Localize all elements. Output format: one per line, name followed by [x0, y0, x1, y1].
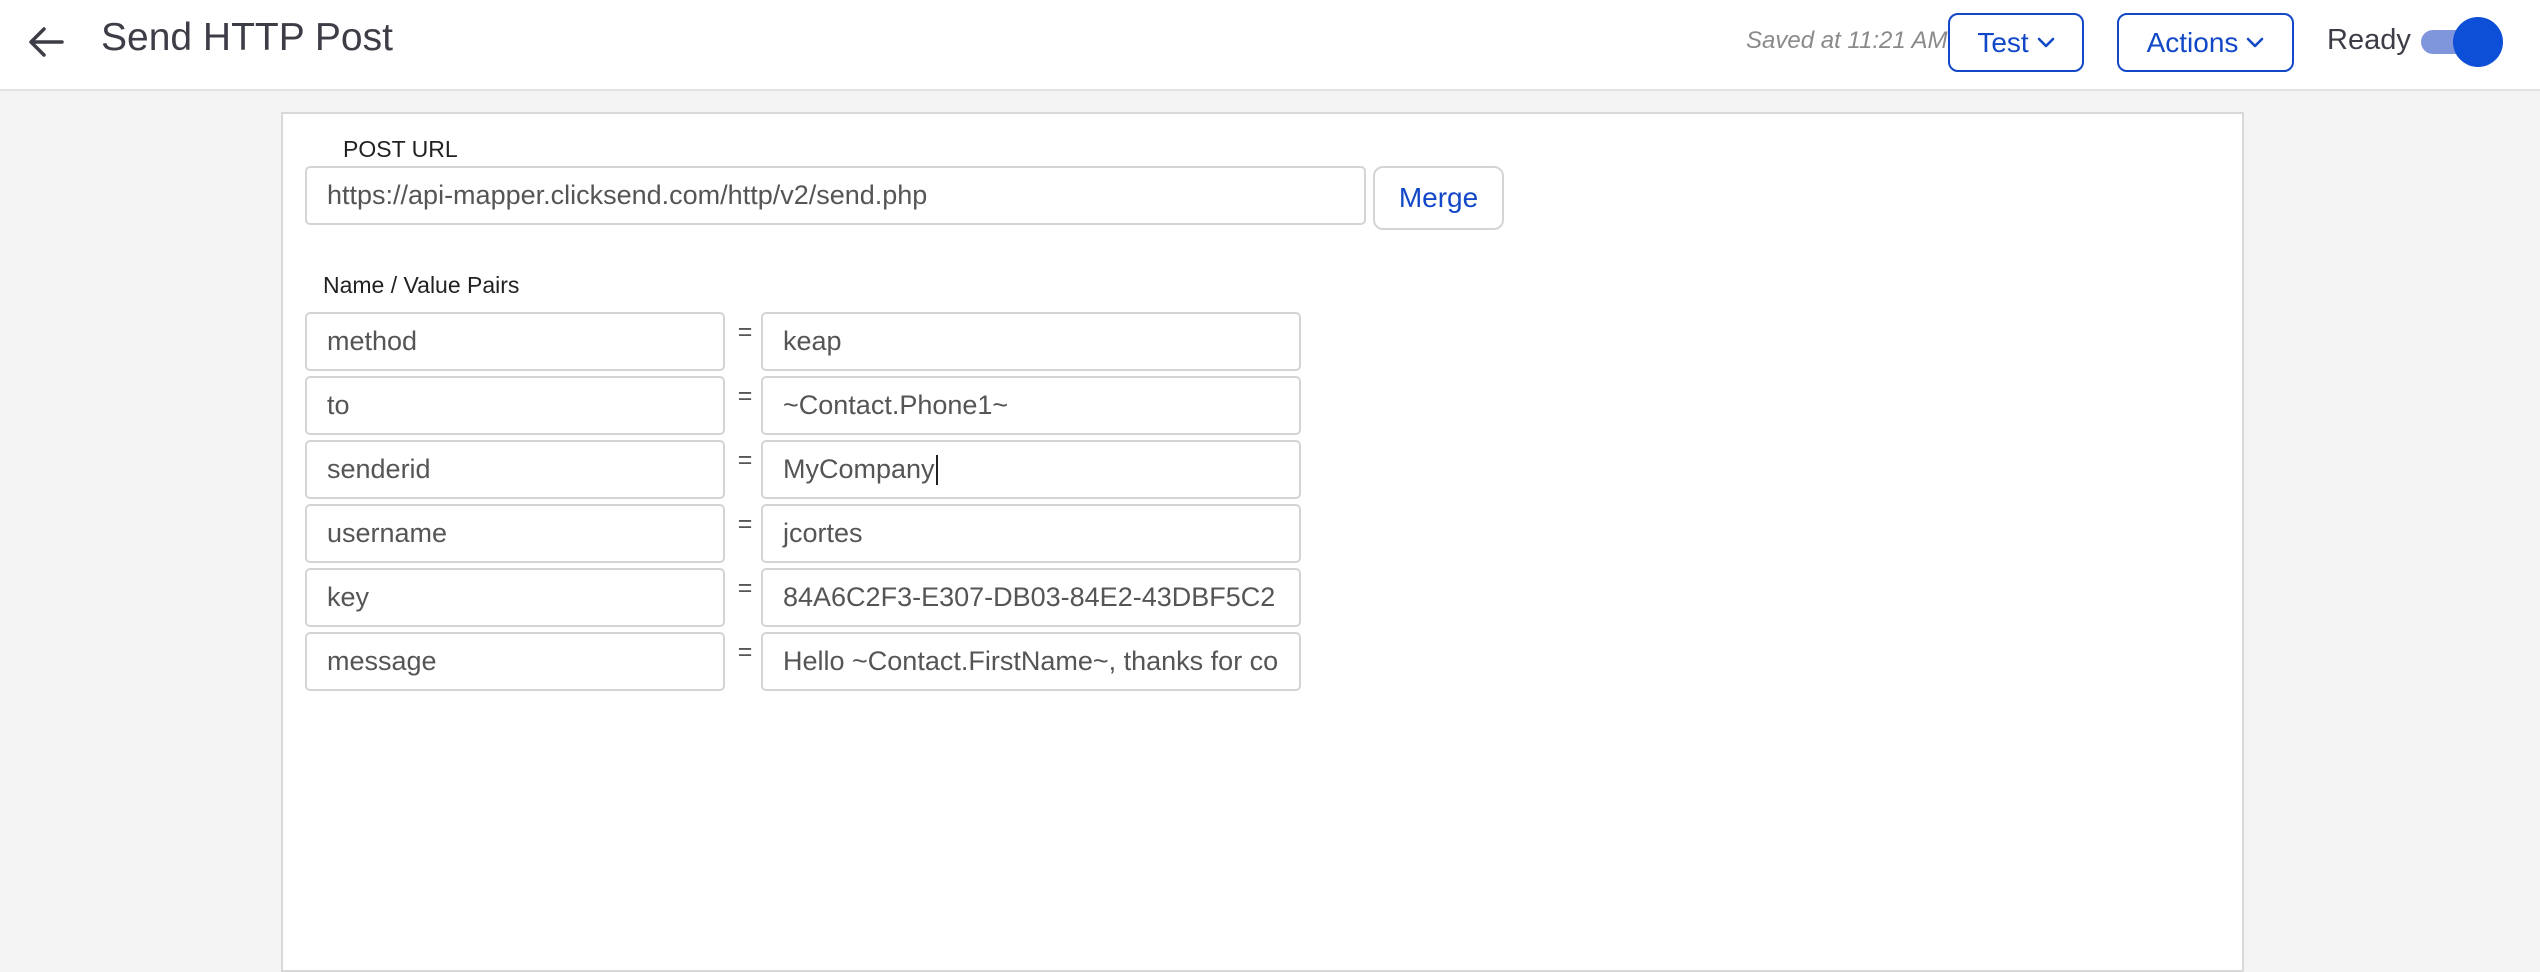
pair-value-input[interactable]: Hello ~Contact.FirstName~, thanks for co: [761, 632, 1301, 691]
pair-name-input[interactable]: method: [305, 312, 725, 371]
text-caret: [935, 454, 938, 485]
equals-sign: =: [737, 382, 753, 410]
pair-value-input[interactable]: jcortes: [761, 504, 1301, 563]
pair-name-input[interactable]: message: [305, 632, 725, 691]
pair-value-input[interactable]: 84A6C2F3-E307-DB03-84E2-43DBF5C2: [761, 568, 1301, 627]
test-button-label: Test: [1977, 26, 2029, 58]
equals-sign: =: [737, 638, 753, 666]
equals-sign: =: [737, 318, 753, 346]
pair-value-text: MyCompany: [783, 454, 935, 484]
pair-name-input[interactable]: username: [305, 504, 725, 563]
equals-sign: =: [737, 574, 753, 602]
actions-button[interactable]: Actions: [2117, 13, 2294, 72]
page-title: Send HTTP Post: [101, 16, 393, 59]
test-button[interactable]: Test: [1948, 13, 2084, 72]
pair-value-input[interactable]: ~Contact.Phone1~: [761, 376, 1301, 435]
saved-status: Saved at 11:21 AM: [1746, 27, 1948, 54]
ready-label: Ready: [2327, 24, 2411, 56]
equals-sign: =: [737, 510, 753, 538]
chevron-down-icon: [2037, 37, 2054, 47]
pair-value-input-focused[interactable]: MyCompany: [761, 440, 1301, 499]
chevron-down-icon: [2247, 37, 2264, 47]
pair-name-input[interactable]: key: [305, 568, 725, 627]
equals-sign: =: [737, 446, 753, 474]
ready-toggle[interactable]: [2419, 17, 2505, 67]
pair-name-input[interactable]: senderid: [305, 440, 725, 499]
merge-button[interactable]: Merge: [1373, 166, 1504, 230]
pair-value-input[interactable]: keap: [761, 312, 1301, 371]
post-url-input[interactable]: https://api-mapper.clicksend.com/http/v2…: [305, 166, 1366, 225]
top-bar: Send HTTP Post Saved at 11:21 AM Test Ac…: [0, 0, 2540, 91]
actions-button-label: Actions: [2146, 26, 2239, 58]
post-url-label: POST URL: [343, 136, 458, 162]
http-post-panel: POST URL https://api-mapper.clicksend.co…: [281, 112, 2244, 972]
arrow-left-icon: [29, 27, 64, 57]
back-button[interactable]: [22, 22, 70, 62]
name-value-pairs-label: Name / Value Pairs: [323, 272, 520, 298]
toggle-knob: [2453, 17, 2503, 67]
pair-name-input[interactable]: to: [305, 376, 725, 435]
